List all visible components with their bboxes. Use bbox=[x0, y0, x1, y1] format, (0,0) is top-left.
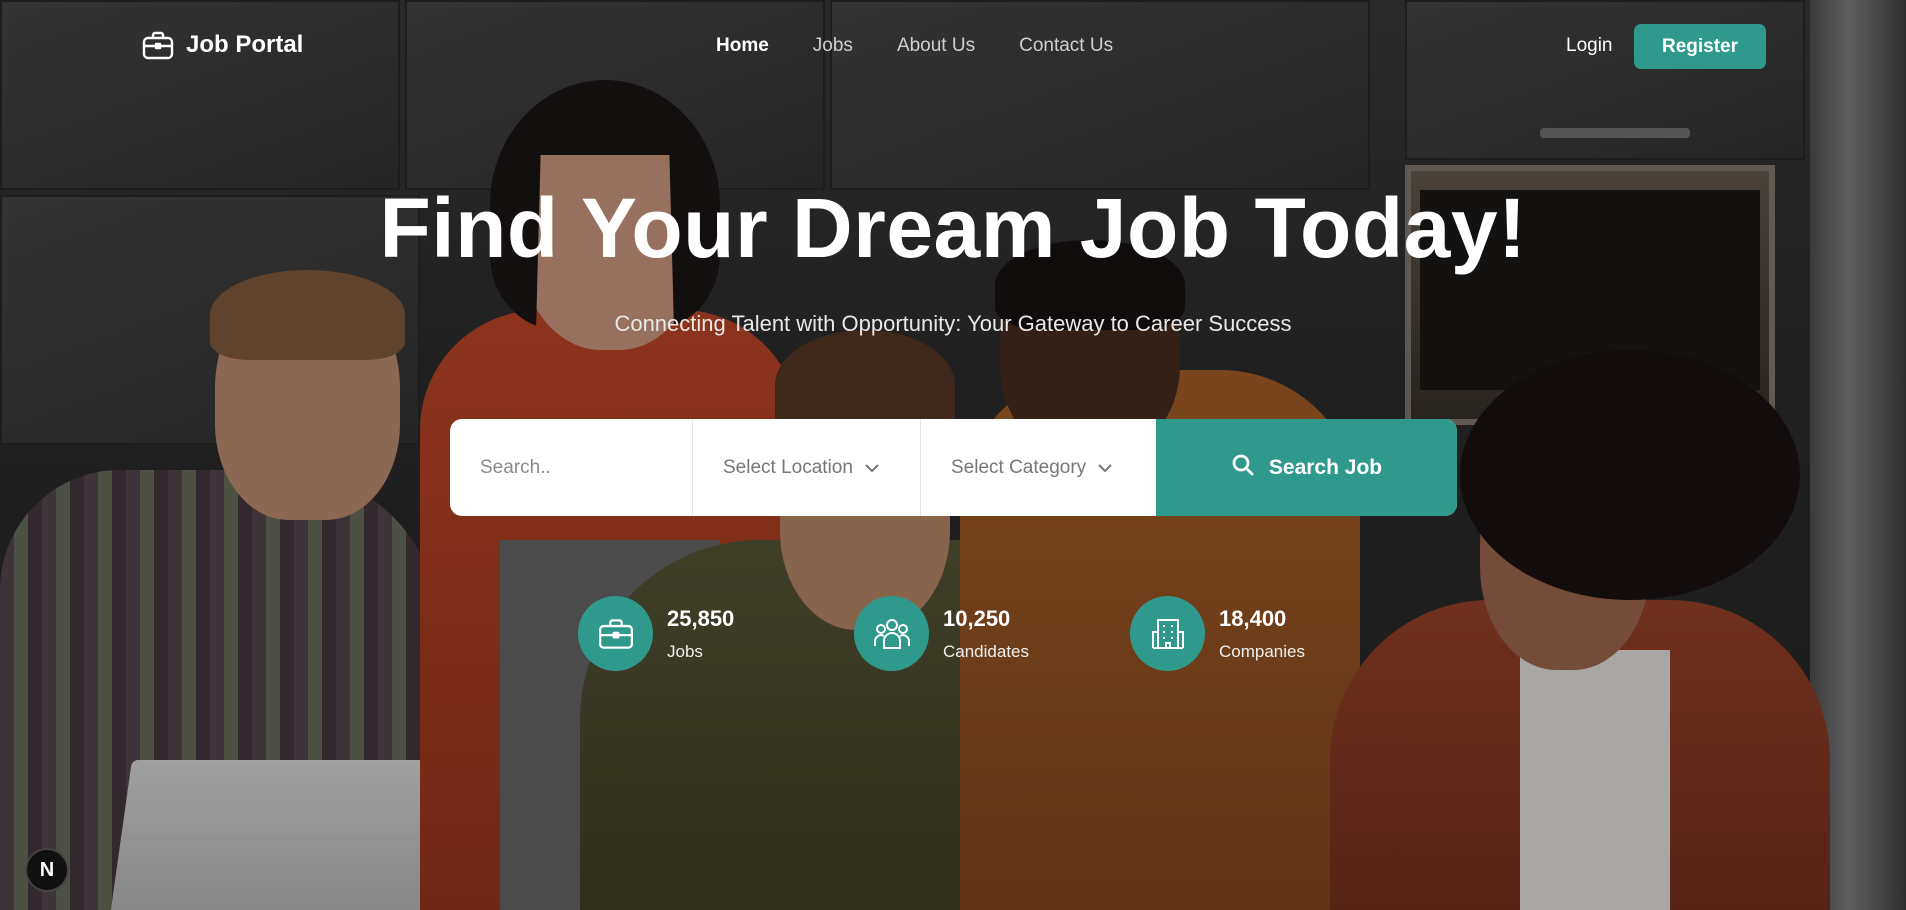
search-field bbox=[450, 419, 693, 516]
stat-jobs: 25,850 Jobs bbox=[578, 596, 734, 671]
location-select-label: Select Location bbox=[723, 456, 853, 478]
brand-name: Job Portal bbox=[186, 31, 304, 58]
stat-companies-label: Companies bbox=[1219, 641, 1305, 661]
hero-title: Find Your Dream Job Today! bbox=[379, 181, 1527, 275]
stat-candidates-value: 10,250 bbox=[943, 605, 1011, 631]
stat-candidates: 10,250 Candidates bbox=[854, 596, 1029, 671]
hero-subtitle: Connecting Talent with Opportunity: Your… bbox=[614, 311, 1292, 336]
search-icon bbox=[1231, 453, 1255, 483]
chevron-down-icon bbox=[1098, 457, 1112, 479]
stat-companies-value: 18,400 bbox=[1219, 605, 1287, 631]
building-icon bbox=[1130, 596, 1205, 671]
brand-logo[interactable]: Job Portal bbox=[142, 30, 303, 60]
briefcase-icon bbox=[578, 596, 653, 671]
nav-item-contact-us[interactable]: Contact Us bbox=[1019, 35, 1113, 57]
nav-item-about-us[interactable]: About Us bbox=[897, 35, 975, 57]
nav-item-jobs[interactable]: Jobs bbox=[813, 35, 853, 57]
main-nav: Home Jobs About Us Contact Us bbox=[716, 35, 1157, 57]
stat-companies: 18,400 Companies bbox=[1130, 596, 1305, 671]
job-search-bar: Select Location Select Category Search J… bbox=[450, 419, 1457, 516]
search-input[interactable] bbox=[480, 456, 680, 479]
stat-candidates-label: Candidates bbox=[943, 641, 1030, 661]
users-icon bbox=[854, 596, 929, 671]
register-button[interactable]: Register bbox=[1634, 24, 1766, 69]
briefcase-icon bbox=[142, 30, 174, 60]
chevron-down-icon bbox=[865, 457, 879, 479]
stat-jobs-label: Jobs bbox=[667, 641, 703, 661]
stat-jobs-value: 25,850 bbox=[667, 605, 735, 631]
dev-tools-badge[interactable]: N bbox=[25, 848, 69, 892]
search-job-button-label: Search Job bbox=[1268, 455, 1383, 479]
search-job-button[interactable]: Search Job bbox=[1156, 419, 1457, 516]
category-select-label: Select Category bbox=[951, 456, 1087, 478]
category-select[interactable]: Select Category bbox=[921, 419, 1156, 516]
login-link[interactable]: Login bbox=[1566, 35, 1613, 57]
site-header: Job Portal Home Jobs About Us Contact Us… bbox=[0, 0, 1906, 92]
location-select[interactable]: Select Location bbox=[693, 419, 921, 516]
nav-item-home[interactable]: Home bbox=[716, 35, 769, 57]
